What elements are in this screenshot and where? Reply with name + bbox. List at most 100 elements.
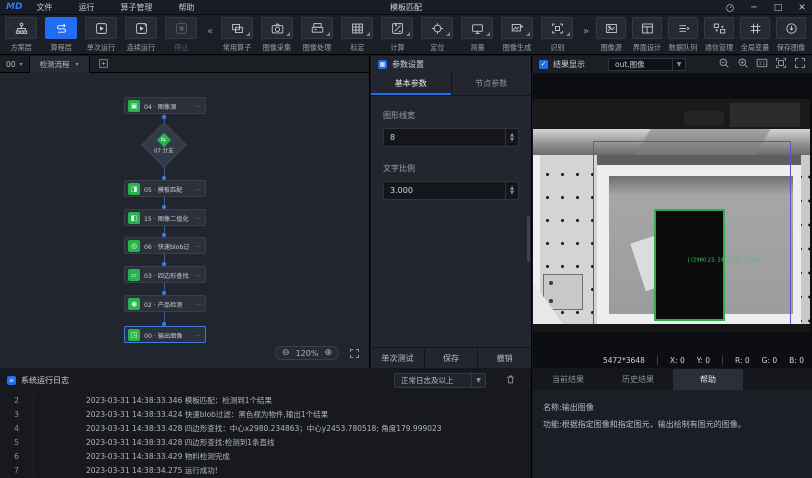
flow-node-05[interactable]: ◨ 05 · 模板匹配 … xyxy=(124,180,206,197)
flow-node-branch[interactable]: ⇆ 07 分支 xyxy=(144,125,184,165)
params-scrollbar[interactable] xyxy=(527,216,530,262)
result-display-checkbox[interactable]: ✓ xyxy=(539,60,548,69)
node-label: 05 · 模板匹配 xyxy=(144,184,189,194)
toolbar-global-vars-button[interactable]: 全局变量 xyxy=(738,17,772,53)
zoom-in-icon[interactable]: ⊕ xyxy=(324,348,332,358)
spinner-icon[interactable]: ▲▼ xyxy=(505,182,518,199)
log-row[interactable]: 4 2023-03-31 14:38:33.428 四边形查找：中心x2980.… xyxy=(0,421,531,435)
params-button-0[interactable]: 单次测试 xyxy=(371,348,424,368)
one-to-one-icon[interactable]: 1:1 xyxy=(756,57,768,72)
flow-node-03[interactable]: ▱ 03 · 四边形查找 … xyxy=(124,266,206,283)
log-rows[interactable]: 2 2023-03-31 14:38:33.346 模板匹配：检测到1个结果 3… xyxy=(0,393,531,478)
toolbar-ui-design-button[interactable]: 界面设计 xyxy=(630,17,664,53)
log-row[interactable]: 3 2023-03-31 14:38:33.424 快速blob过滤：黑色视为物… xyxy=(0,407,531,421)
params-button-2[interactable]: 撤销 xyxy=(477,348,531,368)
clear-log-button[interactable] xyxy=(505,374,516,388)
zoom-in-icon[interactable] xyxy=(737,57,749,72)
minimize-button[interactable]: ─ xyxy=(748,2,760,14)
toolbar-image-source-button[interactable]: 图像源 xyxy=(594,17,628,53)
log-row[interactable]: 6 2023-03-31 14:38:33.429 物料检测完成 xyxy=(0,449,531,463)
zoom-out-icon[interactable] xyxy=(718,57,730,72)
svg-text:1:1: 1:1 xyxy=(759,61,766,66)
node-more-icon[interactable]: … xyxy=(195,300,202,307)
fit-icon[interactable] xyxy=(775,57,787,72)
node-more-icon[interactable]: … xyxy=(195,271,202,278)
flow-node-15[interactable]: ◧ 15 · 图像二值化 … xyxy=(124,209,206,226)
add-flow-button[interactable] xyxy=(98,58,109,71)
toolbar-tool-group: 图像源 界面设计 数据队列 通信管理 全局变量 保存图像 xyxy=(594,17,810,53)
result-source-dropdown[interactable]: out.图像 ▼ xyxy=(608,58,686,71)
log-row[interactable]: 5 2023-03-31 14:38:33.428 四边形查找:检测到1条直线 xyxy=(0,435,531,449)
log-row-text: 2023-03-31 14:38:33.428 四边形查找:检测到1条直线 xyxy=(34,437,275,448)
params-button-1[interactable]: 保存 xyxy=(424,348,478,368)
flow-index-select[interactable]: 00 ▾ xyxy=(0,60,29,69)
dashboard-icon[interactable] xyxy=(724,2,736,14)
toolbar-image-process-button[interactable]: 图像处理 xyxy=(298,17,336,53)
log-row-number: 7 xyxy=(0,463,34,477)
node-more-icon[interactable]: … xyxy=(195,214,202,221)
toolbar-scheme-layer-button[interactable]: 方案层 xyxy=(2,17,40,53)
toolbar-measure-button[interactable]: 测量 xyxy=(458,17,496,53)
measure-icon xyxy=(461,17,493,39)
menu-item-0[interactable]: 文件 xyxy=(36,2,52,13)
pixel-r: R: 0 xyxy=(735,356,750,365)
menu-item-3[interactable]: 帮助 xyxy=(178,2,194,13)
result-tab-0[interactable]: 当前结果 xyxy=(533,369,603,390)
result-tabs-panel: 当前结果历史结果帮助 名称:输出图像 功能:根据指定图像和指定图元，输出绘制有图… xyxy=(533,369,812,478)
window-controls: ─ □ ✕ xyxy=(724,0,808,15)
log-row-text: 2023-03-31 14:38:33.428 四边形查找：中心x2980.23… xyxy=(34,423,442,434)
menu-item-2[interactable]: 算子管理 xyxy=(120,2,152,13)
close-button[interactable]: ✕ xyxy=(796,2,808,14)
zoom-out-icon[interactable]: ⊖ xyxy=(282,348,290,358)
menu-item-1[interactable]: 运行 xyxy=(78,2,94,13)
toolbar-run-once-button[interactable]: 单次运行 xyxy=(82,17,120,53)
flow-node-00[interactable]: ◳ 00 · 输出图像 … xyxy=(124,326,206,343)
node-more-icon[interactable]: … xyxy=(195,185,202,192)
node-more-icon[interactable]: … xyxy=(195,102,202,109)
node-more-icon[interactable]: … xyxy=(195,331,202,338)
log-level-value: 正常日志及以上 xyxy=(395,375,471,386)
image-viewer[interactable]: J (2980.23, 2453.78); 179.99 xyxy=(533,73,812,352)
toolbar-save-image-button[interactable]: 保存图像 xyxy=(774,17,808,53)
fullscreen-icon[interactable] xyxy=(794,57,806,72)
toolbar-flow-layer-button[interactable]: 算程层 xyxy=(42,17,80,53)
canvas-zoom-control: ⊖ 120% ⊕ xyxy=(275,346,339,360)
spinner-icon[interactable]: ▲▼ xyxy=(505,129,518,146)
flow-tab[interactable]: 检测流程 ▾ xyxy=(29,56,90,73)
toolbar-calculate-button[interactable]: 计算 xyxy=(378,17,416,53)
node-label: 07 分支 xyxy=(154,146,173,154)
collapse-chevron-icon[interactable]: « xyxy=(204,19,216,43)
toolbar-recognize-button[interactable]: 识别 xyxy=(538,17,576,53)
canvas-fit-button[interactable] xyxy=(347,346,361,360)
toolbar-data-queue-button[interactable]: 数据队列 xyxy=(666,17,700,53)
log-level-dropdown[interactable]: 正常日志及以上 ▼ xyxy=(394,373,486,388)
node-more-icon[interactable]: … xyxy=(195,242,202,249)
chevron-down-icon: ▾ xyxy=(20,61,23,68)
toolbar-locate-button[interactable]: 定位 xyxy=(418,17,456,53)
flow-node-04[interactable]: ▣ 04 · 图像源 … xyxy=(124,97,206,114)
result-tab-2[interactable]: 帮助 xyxy=(673,369,743,390)
log-title: 系统运行日志 xyxy=(21,375,69,386)
toolbar-common-operators-button[interactable]: 常用算子 xyxy=(218,17,256,53)
toolbar-image-capture-button[interactable]: 图像采集 xyxy=(258,17,296,53)
result-tab-1[interactable]: 历史结果 xyxy=(603,369,673,390)
toolbar-comm-manage-button[interactable]: 通信管理 xyxy=(702,17,736,53)
log-row[interactable]: 2 2023-03-31 14:38:33.346 模板匹配：检测到1个结果 xyxy=(0,393,531,407)
toolbar-calibration-button[interactable]: 标定 xyxy=(338,17,376,53)
toolbar-stop-button[interactable]: 停止 xyxy=(162,17,200,53)
param-input[interactable]: 8 ▲▼ xyxy=(383,128,519,147)
toolbar-image-generate-button[interactable]: 图像生成 xyxy=(498,17,536,53)
flow-node-02[interactable]: ◉ 02 · 产品检测 … xyxy=(124,295,206,312)
flow-node-06[interactable]: ◎ 06 · 快速blob过滤 … xyxy=(124,237,206,254)
image-resolution: 5472*3648 xyxy=(603,356,645,365)
toolbar-run-continuous-button[interactable]: 连续运行 xyxy=(122,17,160,53)
params-tab-0[interactable]: 基本参数 xyxy=(371,72,451,95)
param-input[interactable]: 3.000 ▲▼ xyxy=(383,181,519,200)
log-row[interactable]: 7 2023-03-31 14:38:34.275 运行成功! xyxy=(0,463,531,477)
maximize-button[interactable]: □ xyxy=(772,2,784,14)
cursor-y: Y: 0 xyxy=(697,356,710,365)
expand-chevron-icon[interactable]: » xyxy=(580,19,592,43)
cursor-x: X: 0 xyxy=(670,356,685,365)
params-tab-1[interactable]: 节点参数 xyxy=(451,72,532,95)
flow-canvas[interactable]: ▣ 04 · 图像源 … ⇆ 07 分支 ◨ 05 · 模板匹配 … xyxy=(0,74,369,368)
